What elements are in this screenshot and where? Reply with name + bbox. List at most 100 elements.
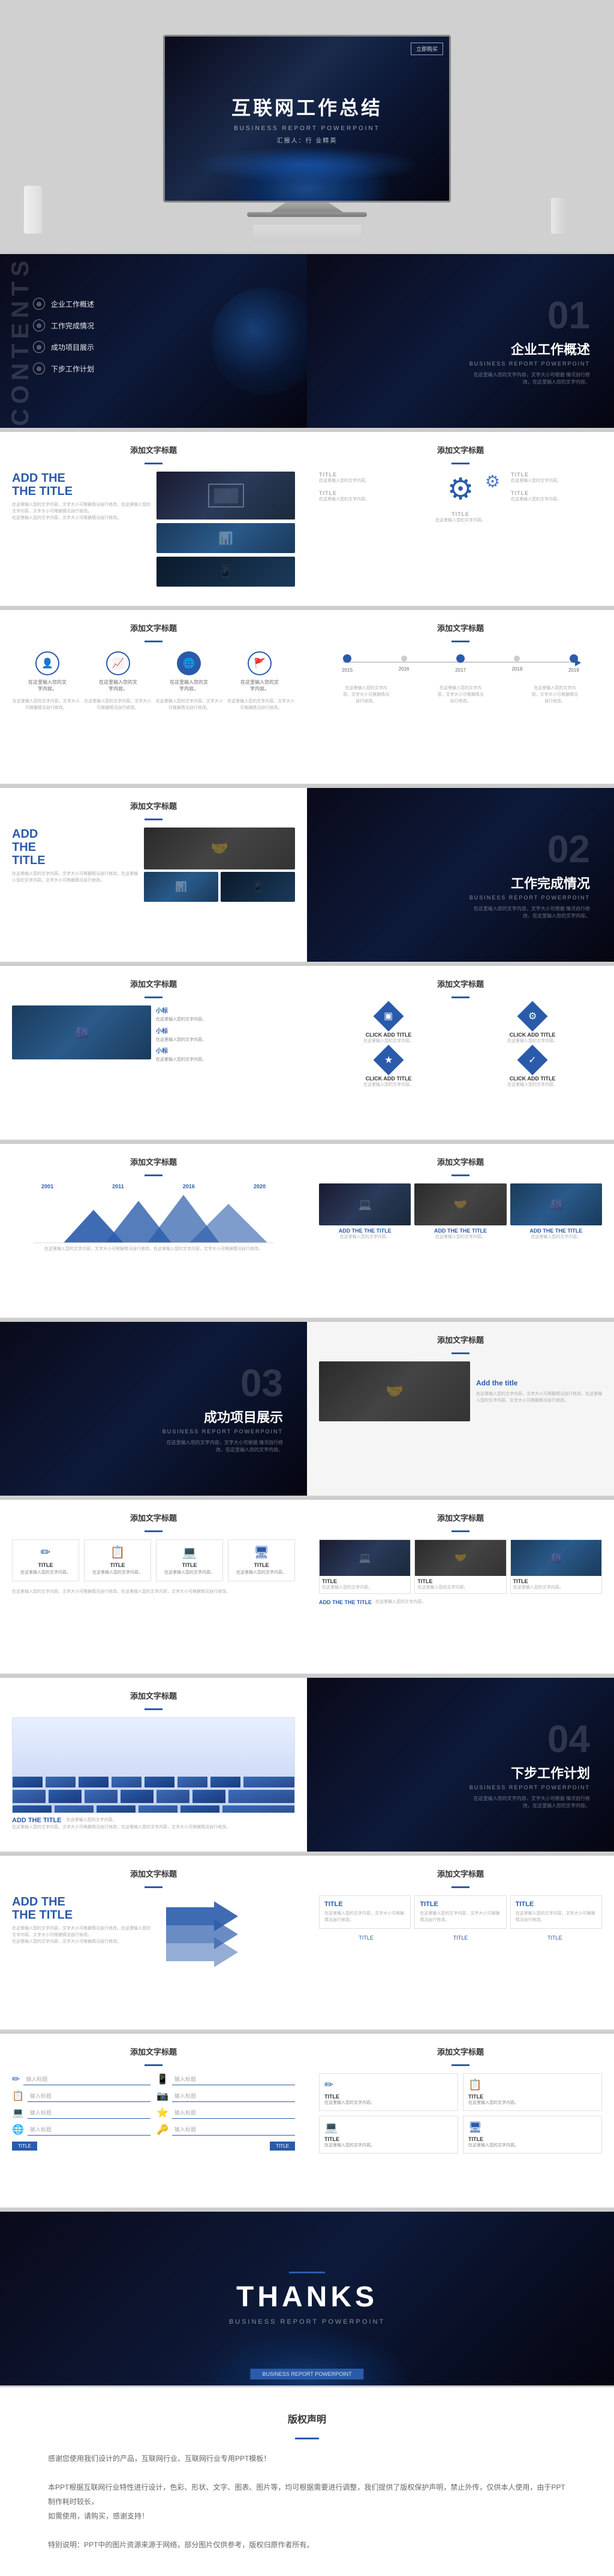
add-title-label-1: Add the title (476, 1379, 602, 1387)
photo-desc-3: 在这里输入您的文字内容。 (510, 1234, 602, 1240)
blue-bar-11 (145, 1530, 162, 1532)
timeline-item-1: 2015 (342, 654, 353, 673)
timeline-dot-3 (456, 654, 465, 663)
img-card-img-3: 🌆 (511, 1540, 601, 1576)
test-box-desc-1: 在这里输入您的文字内容，文字大小可根据情况自行修改。 (324, 1910, 405, 1923)
icon-item-3: 🌐 在这里输入您的文字内容。 (168, 651, 210, 692)
arrow-title-1: ADD THE (12, 1895, 151, 1908)
desc-icons-4: 在这里输入您的文字内容，文字大小可根据情况自行修改。 (227, 698, 296, 711)
input-icon-8: 🔑 (156, 2124, 168, 2136)
input-icon-1: ✏ (12, 2073, 20, 2085)
box-body-1: 在这里输入您的文字内容。 (324, 2100, 453, 2106)
slide-header-15: 添加文字标题 (319, 1868, 602, 1879)
card-body-2: 在这里输入您的文字内容。 (89, 1570, 146, 1576)
slide-add-title-photos: 添加文字标题 ADD THE TITLE 在这里输入您的文字内容，文字大小可根据… (0, 788, 307, 962)
add-title-desc-3: 在这里输入您的文字内容，文字大小可根据情况自行修改，在这里输入您的文字内容，文字… (12, 871, 138, 884)
section-title-03: 成功项目展示 (204, 1407, 283, 1426)
input-field-8[interactable]: 输入标题 (172, 2124, 295, 2136)
blue-bar-6 (145, 996, 162, 998)
slide-header-7: 添加文字标题 (319, 978, 602, 989)
row-thanks: THANKS BUSINESS REPORT POWERPOINT BUSINE… (0, 2212, 614, 2387)
gear-icon-large: ⚙ (447, 472, 474, 506)
input-field-3[interactable]: 输入标题 (28, 2107, 151, 2119)
box-title-1: TITLE (324, 2094, 453, 2100)
section-desc-02: 在这里输入您的文字内容，文字大小可根据 情况自行修改，在这里输入您的文字内容。 (470, 905, 590, 920)
small-body-1: 在这里输入您的文字内容。 (156, 1017, 295, 1023)
blue-bar-4 (452, 641, 469, 642)
year-4: 2020 (254, 1183, 266, 1189)
contents-item-2: ◎ 工作完成情况 (33, 319, 94, 331)
icon-person: 👤 (35, 651, 59, 675)
blue-bar-9 (452, 1174, 469, 1176)
photo-col-1: 💻 ADD THE THE TITLE 在这里输入您的文字内容。 (319, 1183, 411, 1240)
blue-bar-8 (145, 1174, 162, 1176)
diamond-item-2: ⚙ CLICK ADD TITLE 在这里输入您的文字内容。 (463, 1005, 602, 1044)
input-field-6[interactable]: 输入标题 (172, 2090, 295, 2102)
section-01-intro: 01 企业工作概述 BUSINESS REPORT POWERPOINT 在这里… (307, 254, 614, 428)
icon-label-1: 在这里输入您的文字内容。 (26, 679, 68, 692)
slide-add-title-1: 添加文字标题 ADD THE THE TITLE 在这里输入您的文字内容，文字大… (0, 432, 307, 606)
icon-label-4: 在这里输入您的文字内容。 (239, 679, 281, 692)
photo-desc-1: 在这里输入您的文字内容。 (319, 1234, 411, 1240)
box-icon-4: 🖥 (468, 2121, 597, 2134)
card-2: 📋 TITLE 在这里输入您的文字内容。 (84, 1539, 151, 1581)
diamond-desc-2: 在这里输入您的文字内容。 (507, 1038, 558, 1044)
timeline-dot-5 (570, 654, 578, 663)
img-card-3: 🌆 TITLE 在这里输入您的文字内容。 (510, 1539, 602, 1594)
input-icon-5: 📱 (156, 2073, 168, 2085)
buy-button[interactable]: 立即购买 (411, 43, 443, 55)
section-04-intro: 04 下步工作计划 BUSINESS REPORT POWERPOINT 在这里… (307, 1678, 614, 1852)
input-row-1: ✏ 输入标题 (12, 2073, 151, 2085)
img-card-img-2: 🤝 (415, 1540, 505, 1576)
blue-bar-3 (145, 641, 162, 642)
hero-section: 立即购买 互联网工作总结 BUSINESS REPORT POWERPOINT … (0, 0, 614, 252)
section-03-intro: 03 成功项目展示 BUSINESS REPORT POWERPOINT 在这里… (0, 1322, 307, 1496)
input-row-7: ⭐ 输入标题 (156, 2107, 295, 2119)
icon-cards-desc: 在这里输入您的文字内容，文字大小可根据情况自行修改，在这里输入您的文字内容，文字… (12, 1589, 295, 1595)
slide-small-titles: 添加文字标题 🌆 小标 在这里输入您的文字内容。 小标 在这里输入您的文字内容。… (0, 966, 307, 1140)
card-4: 🖥 TITLE 在这里输入您的文字内容。 (228, 1539, 295, 1581)
year-3: 2016 (183, 1183, 195, 1189)
timeline-label-4: 2018 (511, 666, 522, 672)
slide-header-3: 添加文字标题 (12, 622, 295, 633)
slide-header-10: 添加文字标题 (319, 1334, 602, 1345)
card-title-4: TITLE (233, 1562, 290, 1568)
input-field-4[interactable]: 输入标题 (28, 2124, 151, 2136)
section-title-04: 下步工作计划 (511, 1763, 590, 1782)
slide-header-9: 添加文字标题 (319, 1156, 602, 1167)
laptop-image (156, 472, 295, 520)
card-title-3: TITLE (161, 1562, 218, 1568)
monitor-screen: 立即购买 互联网工作总结 BUSINESS REPORT POWERPOINT … (163, 35, 451, 203)
section-subtitle-04: BUSINESS REPORT POWERPOINT (469, 1784, 590, 1790)
blue-bar-7 (452, 996, 469, 998)
contents-icon-4: ◎ (33, 363, 45, 375)
section-number-01: 01 (547, 296, 590, 334)
timeline-desc-2: 在这里输入您的文字内容，文字大小可根据情况自行修改。 (437, 685, 484, 705)
tablet-image: 📱 (156, 557, 295, 587)
input-field-7[interactable]: 输入标题 (172, 2107, 295, 2119)
blue-bar-1 (145, 463, 162, 464)
input-field-5[interactable]: 输入标题 (172, 2073, 295, 2085)
blue-bar-15 (452, 1886, 469, 1888)
input-field-1[interactable]: 输入标题 (23, 2073, 151, 2085)
input-icon-4: 🌐 (12, 2124, 24, 2136)
hero-subtitle: BUSINESS REPORT POWERPOINT (234, 125, 380, 132)
slide-icons-row: 添加文字标题 👤 在这里输入您的文字内容。 📈 在这里输入您的文字内容。 🌐 在… (0, 610, 307, 784)
diamond-desc-3: 在这里输入您的文字内容。 (363, 1082, 414, 1088)
slide-header-4: 添加文字标题 (319, 622, 602, 633)
timeline-item-5: 2019 (568, 654, 579, 673)
slide-header-1: 添加文字标题 (12, 444, 295, 455)
input-field-2[interactable]: 输入标题 (28, 2090, 151, 2102)
slide-arrows: 添加文字标题 ADD THE THE TITLE 在这里输入您的文字内容，文字大… (0, 1856, 307, 2030)
box-icon-3: 💻 (324, 2121, 453, 2134)
card-icon-1: ✏ (17, 1545, 74, 1560)
add-title-big-3: ADD (12, 828, 138, 841)
add-title-desc-2: 在这里输入您的文字内容，文字大小可根据情况自行修改。 (12, 515, 151, 521)
slide-header-6: 添加文字标题 (12, 978, 295, 989)
icon-cards-desc-text: 在这里输入您的文字内容，文字大小可根据情况自行修改，在这里输入您的文字内容，文字… (12, 1589, 295, 1595)
contents-slide: CONTENTS ◎ 企业工作概述 ◎ 工作完成情况 ◎ 成功项目展示 ◎ 下步… (0, 254, 307, 428)
timeline-item-4: 2018 (511, 656, 522, 672)
section-number-04: 04 (547, 1720, 590, 1758)
timeline-label-1: 2015 (342, 668, 353, 673)
diamond-desc-1: 在这里输入您的文字内容。 (363, 1038, 414, 1044)
